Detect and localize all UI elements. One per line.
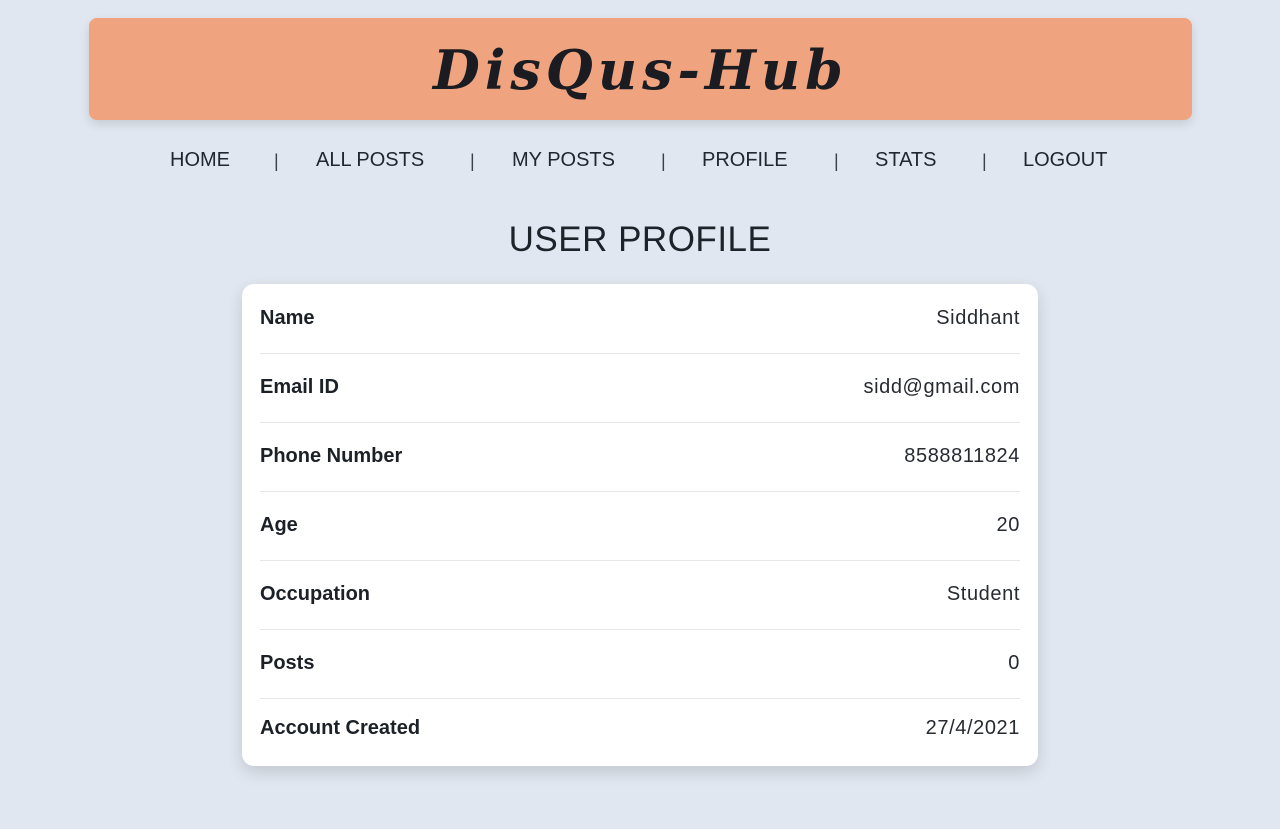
- row-value: 8588811824: [904, 445, 1020, 467]
- profile-row-email: Email ID sidd@gmail.com: [260, 353, 1020, 423]
- row-label: Phone Number: [260, 445, 403, 467]
- row-value: 27/4/2021: [925, 716, 1020, 739]
- nav-separator: |: [274, 151, 279, 171]
- row-value: sidd@gmail.com: [863, 376, 1020, 398]
- row-value: Siddhant: [936, 307, 1020, 329]
- nav-my-posts-link[interactable]: MY POSTS: [512, 149, 615, 172]
- profile-row-phone: Phone Number 8588811824: [260, 422, 1020, 492]
- nav-stats-link[interactable]: STATS: [875, 149, 936, 172]
- profile-row-name: Name Siddhant: [260, 284, 1020, 354]
- nav-all-posts-link[interactable]: ALL POSTS: [316, 149, 424, 172]
- row-value: Student: [946, 583, 1020, 605]
- profile-row-account-created: Account Created 27/4/2021: [260, 698, 1020, 758]
- nav-home-link[interactable]: HOME: [170, 149, 230, 172]
- page: DisQus-Hub HOME | ALL POSTS | MY POSTS |…: [0, 0, 1280, 829]
- profile-row-age: Age 20: [260, 491, 1020, 561]
- row-label: Age: [260, 514, 298, 536]
- main-nav: HOME | ALL POSTS | MY POSTS | PROFILE | …: [0, 149, 1280, 177]
- row-value: 0: [1008, 652, 1020, 674]
- nav-profile-link[interactable]: PROFILE: [702, 149, 788, 172]
- nav-separator: |: [470, 151, 475, 171]
- profile-card: Name Siddhant Email ID sidd@gmail.com Ph…: [242, 284, 1038, 766]
- profile-row-posts: Posts 0: [260, 629, 1020, 699]
- site-title: DisQus-Hub: [433, 38, 848, 102]
- nav-separator: |: [661, 151, 666, 171]
- site-banner: DisQus-Hub: [89, 18, 1192, 120]
- row-label: Name: [260, 307, 315, 329]
- row-label: Account Created: [260, 716, 421, 739]
- row-value: 20: [996, 514, 1020, 536]
- nav-separator: |: [834, 151, 839, 171]
- nav-logout-link[interactable]: LOGOUT: [1023, 149, 1107, 172]
- profile-row-occupation: Occupation Student: [260, 560, 1020, 630]
- row-label: Email ID: [260, 376, 339, 398]
- row-label: Occupation: [260, 583, 371, 605]
- nav-separator: |: [982, 151, 987, 171]
- row-label: Posts: [260, 652, 315, 674]
- page-title: USER PROFILE: [508, 220, 772, 259]
